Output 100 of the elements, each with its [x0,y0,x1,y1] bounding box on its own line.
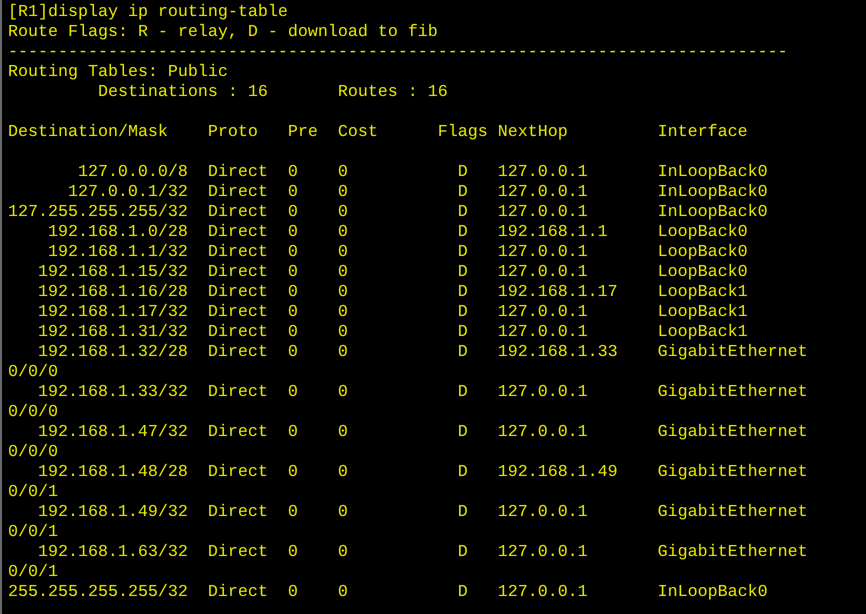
table-cell: 127.0.0.1 [498,423,588,442]
table-cell: D [458,323,468,342]
table-cell: 0 [338,323,348,342]
table-cell: 127.0.0.1 [498,203,588,222]
table-cell: 0 [288,263,298,282]
table-cell: 0 [288,223,298,242]
table-cell: 127.0.0.1 [498,583,588,602]
table-cell: Direct [208,283,268,302]
table-cell: D [458,423,468,442]
table-cell: GigabitEthernet [658,423,808,442]
table-cell: D [458,463,468,482]
table-cell: 0 [338,383,348,402]
table-cell: InLoopBack0 [658,203,768,222]
table-cell: 0 [338,223,348,242]
table-cell: InLoopBack0 [658,163,768,182]
table-cell: 127.0.0.1 [498,263,588,282]
table-cell: Direct [208,543,268,562]
table-cell: D [458,283,468,302]
table-cell: 127.255.255.255/32 [8,203,188,222]
table-cell: D [458,303,468,322]
table-cell: 192.168.1.49 [498,463,618,482]
table-cell: 0 [288,583,298,602]
table-cell: D [458,203,468,222]
table-cell: LoopBack1 [658,303,748,322]
table-cell: 192.168.1.32/28 [38,343,188,362]
table-cell: D [458,223,468,242]
table-cell: 127.0.0.1/32 [68,183,188,202]
table-cell: LoopBack1 [658,323,748,342]
table-cell: 0 [338,263,348,282]
column-header: Pre [288,123,318,142]
table-cell: 0 [338,343,348,362]
column-header: Flags [438,123,488,142]
table-cell: LoopBack0 [658,243,748,262]
table-cell: 192.168.1.16/28 [38,283,188,302]
table-cell: 0 [338,163,348,182]
table-cell: 0 [288,243,298,262]
table-cell: LoopBack0 [658,263,748,282]
command-line: [R1]display ip routing-table [8,3,288,23]
table-cell: 0 [338,283,348,302]
table-cell: 192.168.1.17/32 [38,303,188,322]
table-cell: 0 [338,183,348,202]
routes-count: Routes : 16 [338,83,448,103]
column-header: Destination/Mask [8,123,168,142]
column-header: Interface [658,123,748,142]
table-cell: 192.168.1.49/32 [38,503,188,522]
table-cell: 0 [288,343,298,362]
table-cell: 0 [338,203,348,222]
column-header: Proto [208,123,258,142]
table-cell: Direct [208,163,268,182]
table-cell: D [458,343,468,362]
table-cell: 0 [288,423,298,442]
table-cell: 0 [338,463,348,482]
table-cell: 0 [338,583,348,602]
table-cell: 0 [288,283,298,302]
table-cell: 192.168.1.48/28 [38,463,188,482]
table-cell: 0 [288,463,298,482]
table-cell: InLoopBack0 [658,183,768,202]
table-cell: LoopBack1 [658,283,748,302]
table-cell: D [458,383,468,402]
table-cell: 192.168.1.63/32 [38,543,188,562]
table-cell: 127.0.0.1 [498,243,588,262]
table-cell: 192.168.1.15/32 [38,263,188,282]
table-cell: GigabitEthernet [658,383,808,402]
table-cell: 127.0.0.1 [498,163,588,182]
table-cell: D [458,583,468,602]
table-cell: 0 [288,383,298,402]
table-cell: 0 [288,203,298,222]
column-header: NextHop [498,123,568,142]
table-cell: 0 [288,163,298,182]
table-cell: Direct [208,323,268,342]
table-cell: 0 [288,183,298,202]
table-cell: 127.0.0.1 [498,303,588,322]
separator-line: ------------------------------------------------------------------------------ [8,43,788,63]
table-cell: 0/0/1 [8,483,58,503]
table-cell: 0/0/1 [8,523,58,543]
table-cell: 0 [338,243,348,262]
table-cell: 0 [338,303,348,322]
table-cell: 192.168.1.1/32 [48,243,188,262]
table-cell: 0 [288,503,298,522]
table-cell: GigabitEthernet [658,343,808,362]
table-cell: D [458,543,468,562]
table-cell: Direct [208,263,268,282]
table-cell: InLoopBack0 [658,583,768,602]
destinations-count: Destinations : 16 [98,83,268,103]
table-cell: Direct [208,243,268,262]
table-cell: 0 [338,503,348,522]
table-cell: 127.0.0.1 [498,323,588,342]
table-cell: Direct [208,503,268,522]
table-cell: LoopBack0 [658,223,748,242]
table-cell: 0/0/1 [8,563,58,583]
table-cell: Direct [208,383,268,402]
table-cell: 0/0/0 [8,443,58,463]
table-cell: 192.168.1.47/32 [38,423,188,442]
table-cell: 0 [288,303,298,322]
table-cell: GigabitEthernet [658,543,808,562]
table-cell: Direct [208,423,268,442]
flags-legend: Route Flags: R - relay, D - download to fib [8,23,438,43]
table-cell: D [458,183,468,202]
table-cell: 0/0/0 [8,403,58,423]
table-cell: 0 [338,543,348,562]
